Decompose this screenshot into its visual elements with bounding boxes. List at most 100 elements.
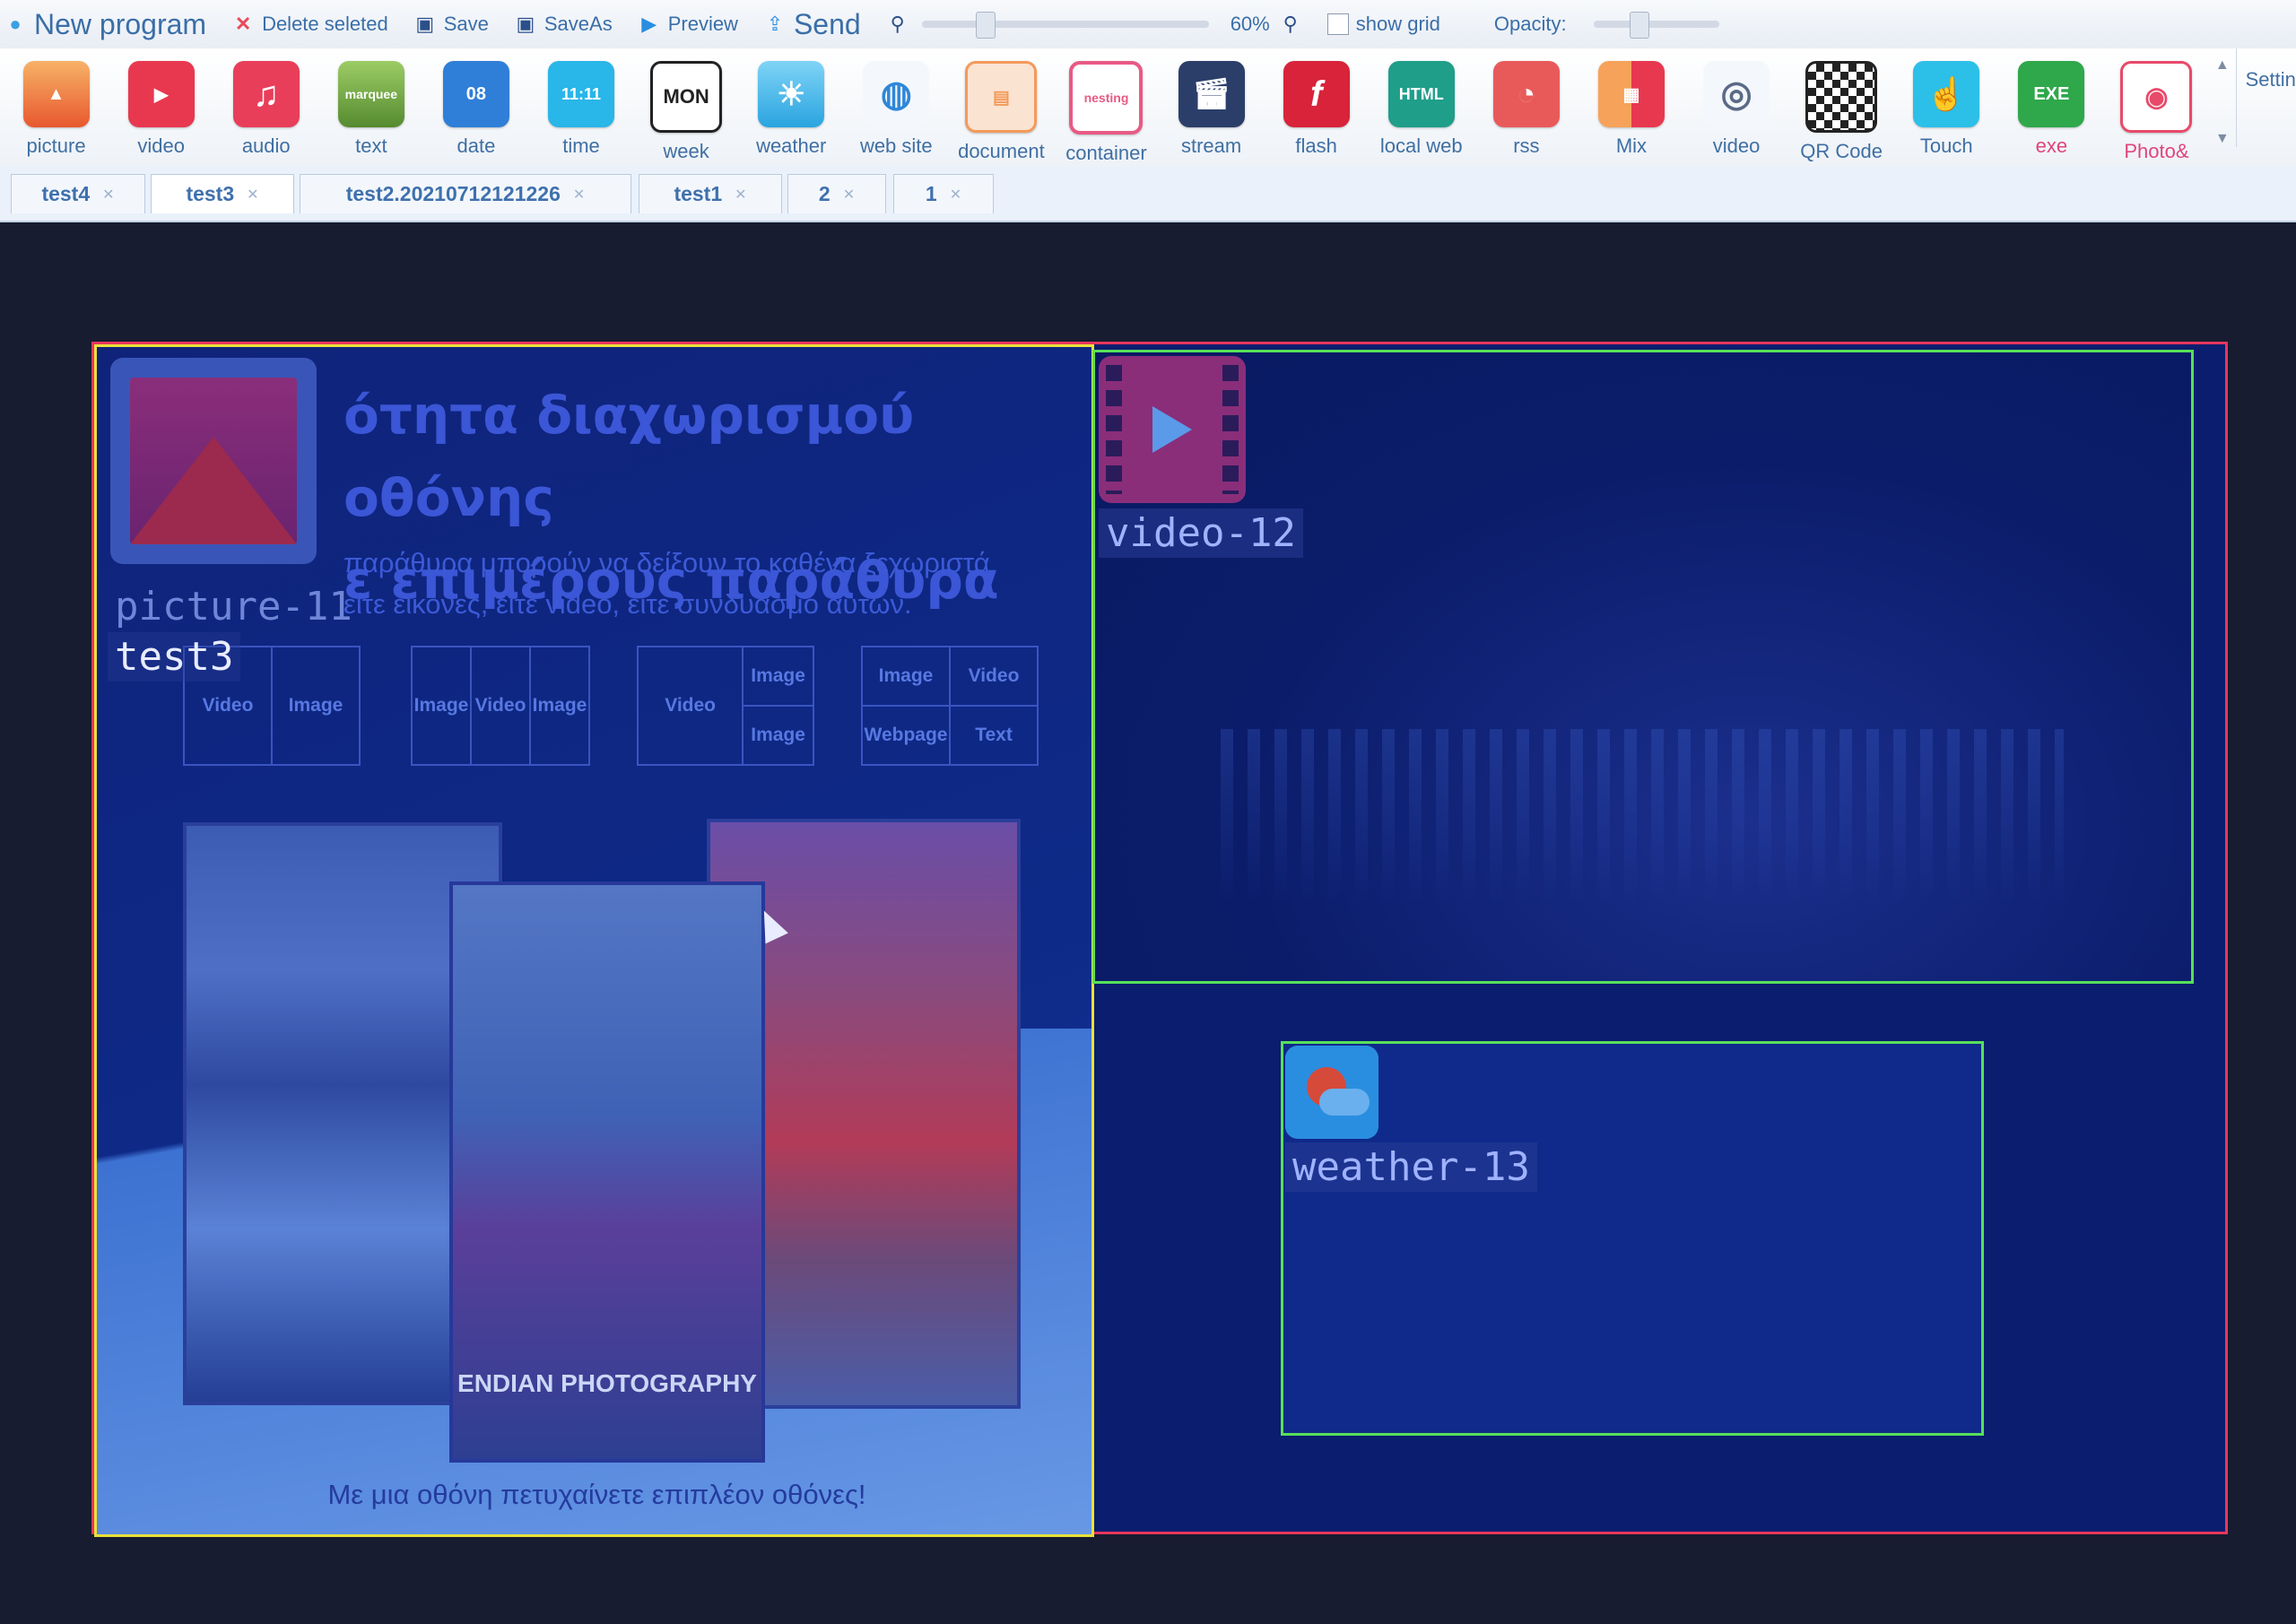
picture-icon: ▲ (22, 61, 90, 127)
ribbon-item-document[interactable]: ▤ document (949, 48, 1054, 163)
ribbon-item-touch[interactable]: ☝ Touch (1894, 48, 1999, 158)
ribbon-item-weather[interactable]: ☀ weather (739, 48, 844, 158)
show-grid-checkbox[interactable] (1326, 13, 1349, 35)
video-camera-icon: ◎ (1703, 61, 1770, 127)
video-window-label: video-12 (1099, 508, 1303, 558)
ribbon-item-text[interactable]: marquee text (318, 48, 423, 158)
ribbon-item-qr-code[interactable]: QR Code (1789, 48, 1894, 163)
week-icon: MON (650, 61, 723, 133)
ribbon-item-date[interactable]: 08 date (423, 48, 528, 158)
ribbon-item-week[interactable]: MON week (634, 48, 739, 163)
touch-icon: ☝ (1913, 61, 1980, 127)
send-button[interactable]: ⇪ Send (763, 8, 861, 41)
preview-button[interactable]: ▶ Preview (638, 13, 738, 36)
ribbon-item-mix[interactable]: ▦ Mix (1578, 48, 1683, 158)
element-ribbon: ▲ picture ▶ video ♫ audio marquee text 08 dat… (0, 48, 2296, 167)
ribbon-item-rss[interactable]: ◔ rss (1474, 48, 1578, 158)
zoom-in-button[interactable]: ⚲ (1279, 13, 1302, 36)
close-icon[interactable]: ✕ (843, 186, 855, 204)
stream-clapper-icon: 🎬︎ (1178, 61, 1245, 127)
layout-diagram-4: Image Webpage Video Text (861, 646, 1039, 766)
zoom-level: 60% (1230, 13, 1270, 35)
tab-test1[interactable]: test1 ✕ (639, 174, 782, 213)
video-background-pattern (1221, 729, 2064, 908)
layout-cell: Image (288, 695, 344, 716)
qr-code-icon (1805, 61, 1878, 133)
audio-icon: ♫ (232, 61, 300, 127)
close-icon[interactable]: ✕ (102, 186, 114, 204)
zoom-slider[interactable] (921, 12, 1209, 39)
scroll-up-icon[interactable]: ▲ (2215, 57, 2230, 74)
ribbon-item-flash[interactable]: f flash (1264, 48, 1369, 158)
send-icon: ⇪ (766, 13, 784, 35)
close-icon[interactable]: ✕ (950, 186, 961, 204)
tab-test2[interactable]: test2.20210712121226 ✕ (300, 174, 631, 213)
document-icon: ▤ (965, 61, 1038, 133)
new-program-button[interactable]: ● New program (4, 8, 206, 41)
layout-cell: Image (532, 695, 587, 716)
layout-diagram-3: Video Image Image (637, 646, 814, 766)
delete-selected-button[interactable]: ✕ Delete seleted (231, 13, 388, 36)
tab-1[interactable]: 1 ✕ (893, 174, 994, 213)
layout-cell: Video (951, 647, 1037, 707)
close-icon[interactable]: ✕ (247, 186, 258, 204)
settings-button[interactable]: Settin (2235, 48, 2296, 147)
program-canvas[interactable]: ότητα διαχωρισμού οθόνης ε επιμέρους παρ… (91, 342, 2228, 1537)
ribbon-item-website[interactable]: ◍ web site (844, 48, 949, 158)
ribbon-item-picture[interactable]: ▲ picture (4, 48, 109, 158)
layout-cell: Image (751, 725, 805, 745)
layout-cell: Image (744, 647, 813, 707)
ribbon-item-video[interactable]: ▶ video (109, 48, 213, 158)
tab-test4[interactable]: test4 ✕ (11, 174, 145, 213)
zoom-out-button[interactable]: ⚲ (886, 13, 909, 36)
preview-play-icon: ▶ (641, 13, 657, 35)
flash-icon: f (1283, 61, 1350, 127)
weather-window[interactable]: weather-13 (1281, 1041, 1984, 1436)
exe-icon: EXE (2018, 61, 2085, 127)
layout-cell: Video (639, 647, 744, 764)
photo-camera-icon: ◉ (2120, 61, 2193, 133)
layout-cell: Video (472, 647, 531, 764)
zoom-slider-knob[interactable] (975, 12, 996, 39)
ribbon-item-video-camera[interactable]: ◎ video (1684, 48, 1789, 158)
ribbon-item-exe[interactable]: EXE exe (1999, 48, 2104, 158)
close-icon[interactable]: ✕ (735, 186, 746, 204)
opacity-slider-knob[interactable] (1629, 12, 1649, 39)
video-window[interactable]: video-12 (1092, 350, 2194, 984)
picture-icon (110, 358, 317, 564)
mix-icon: ▦ (1597, 61, 1665, 127)
weather-icon: ☀ (758, 61, 825, 127)
saveas-disk-icon: ▣ (516, 13, 535, 35)
website-globe-icon: ◍ (863, 61, 930, 127)
new-program-icon: ● (9, 13, 22, 35)
tab-2[interactable]: 2 ✕ (787, 174, 886, 213)
ribbon-item-time[interactable]: 11:11 time (528, 48, 633, 158)
tab-test3[interactable]: test3 ✕ (151, 174, 294, 213)
delete-x-icon: ✕ (234, 13, 252, 35)
ribbon-item-audio[interactable]: ♫ audio (213, 48, 318, 158)
zoom-out-icon: ⚲ (890, 13, 905, 35)
picture-window-label: picture-11 (115, 584, 352, 630)
opacity-slider[interactable] (1593, 12, 1719, 39)
time-icon: 11:11 (548, 61, 615, 127)
ribbon-item-stream[interactable]: 🎬︎ stream (1159, 48, 1264, 158)
ribbon-item-photo[interactable]: ◉ Photo& (2104, 48, 2209, 163)
ribbon-scroll[interactable]: ▲ ▼ (2209, 48, 2236, 156)
show-grid-toggle[interactable]: show grid (1326, 13, 1440, 36)
date-icon: 08 (442, 61, 509, 127)
picture-subline: παράθυρα μπορούν να δείξουν το καθένα ξε… (344, 547, 990, 620)
saveas-button[interactable]: ▣ SaveAs (514, 13, 612, 36)
top-toolbar: ● New program ✕ Delete seleted ▣ Save ▣ … (0, 0, 2296, 48)
close-icon[interactable]: ✕ (573, 186, 585, 204)
ribbon-item-container[interactable]: nesting container (1054, 48, 1159, 165)
local-web-html-icon: HTML (1387, 61, 1455, 127)
scroll-down-icon[interactable]: ▼ (2215, 131, 2230, 147)
ribbon-item-local-web[interactable]: HTML local web (1369, 48, 1474, 158)
photo-caption: ENDIAN PHOTOGRAPHY (457, 1369, 757, 1397)
picture-window[interactable]: ότητα διαχωρισμού οθόνης ε επιμέρους παρ… (94, 344, 1094, 1537)
zoom-in-icon: ⚲ (1283, 13, 1298, 35)
opacity-label: Opacity: (1493, 13, 1567, 35)
layout-cell: Image (863, 647, 949, 707)
layout-cell: Text (975, 725, 1013, 745)
save-button[interactable]: ▣ Save (413, 13, 489, 36)
